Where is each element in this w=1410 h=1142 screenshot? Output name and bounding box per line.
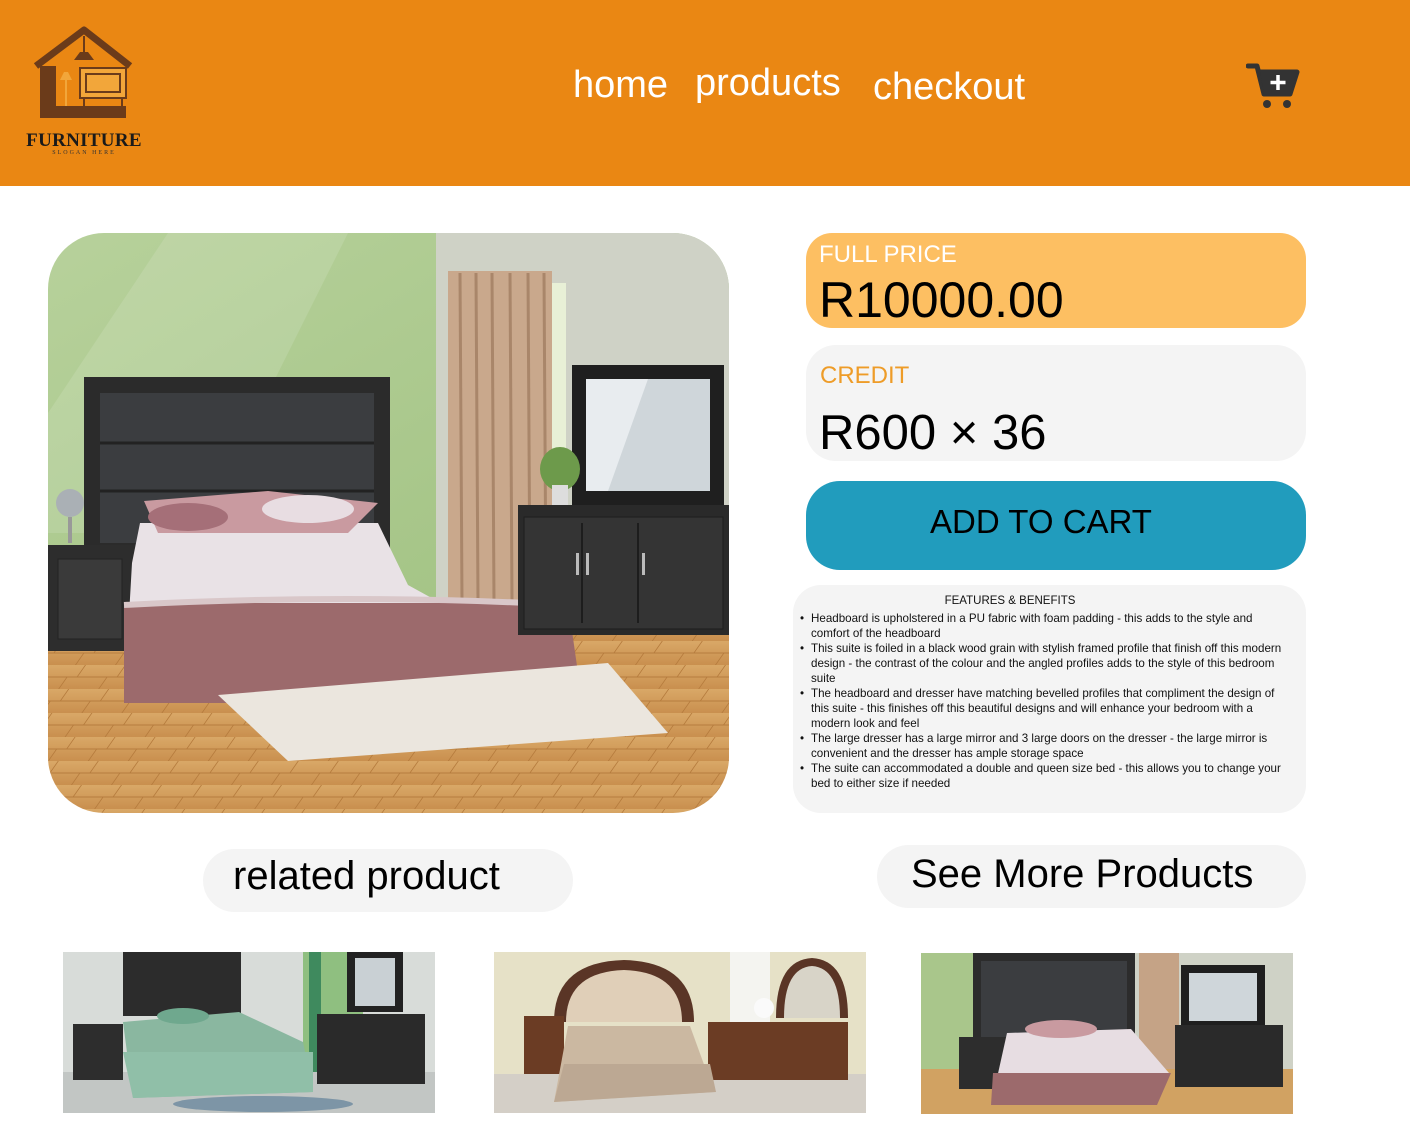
see-more-products-button[interactable]: See More Products xyxy=(877,845,1306,908)
full-price-box: FULL PRICE R10000.00 xyxy=(806,233,1306,328)
logo-name: FURNITURE xyxy=(26,130,142,151)
logo-slogan: SLOGAN HERE xyxy=(52,150,116,156)
nav-home[interactable]: home xyxy=(573,64,668,107)
nav-products[interactable]: products xyxy=(695,62,841,105)
add-to-cart-label: ADD TO CART xyxy=(930,503,1152,540)
green-bedroom-photo xyxy=(63,952,435,1113)
nav-checkout[interactable]: checkout xyxy=(873,66,1025,109)
add-to-cart-button[interactable]: ADD TO CART xyxy=(806,481,1306,570)
see-more-products-label: See More Products xyxy=(911,852,1254,896)
cart-plus-icon[interactable] xyxy=(1245,60,1302,112)
features-panel: FEATURES & BENEFITS • Headboard is uphols… xyxy=(793,585,1306,813)
full-price-label: FULL PRICE xyxy=(819,241,957,268)
classic-bedroom-photo xyxy=(494,952,866,1113)
bedroom-suite-photo xyxy=(48,233,729,813)
credit-value: R600 × 36 xyxy=(819,406,1047,460)
site-header: FURNITURE SLOGAN HERE home products chec… xyxy=(0,0,1410,186)
features-list: • Headboard is upholstered in a PU fabric… xyxy=(800,611,1289,791)
feature-item: • The large dresser has a large mirror an… xyxy=(800,732,1268,760)
house-lamp-logo-icon xyxy=(33,26,133,118)
related-product-thumb[interactable] xyxy=(494,952,866,1113)
related-product-thumb[interactable] xyxy=(921,953,1293,1114)
related-product-label: related product xyxy=(233,854,500,898)
related-product-heading: related product xyxy=(203,849,573,912)
features-title: FEATURES & BENEFITS xyxy=(944,595,1076,607)
product-hero-image xyxy=(48,233,729,813)
feature-item: • This suite is foiled in a black wood gr… xyxy=(800,642,1282,685)
feature-item: • Headboard is upholstered in a PU fabric… xyxy=(800,612,1253,640)
related-product-thumb[interactable] xyxy=(63,952,435,1113)
bedroom-suite-photo xyxy=(921,953,1293,1114)
credit-box: CREDIT R600 × 36 xyxy=(806,345,1306,461)
furniture-logo[interactable]: FURNITURE SLOGAN HERE xyxy=(22,26,146,158)
feature-item: • The headboard and dresser have matching… xyxy=(800,687,1275,730)
credit-label: CREDIT xyxy=(820,362,910,389)
feature-item: • The suite can accommodated a double and… xyxy=(800,762,1281,790)
full-price-value: R10000.00 xyxy=(819,272,1064,328)
